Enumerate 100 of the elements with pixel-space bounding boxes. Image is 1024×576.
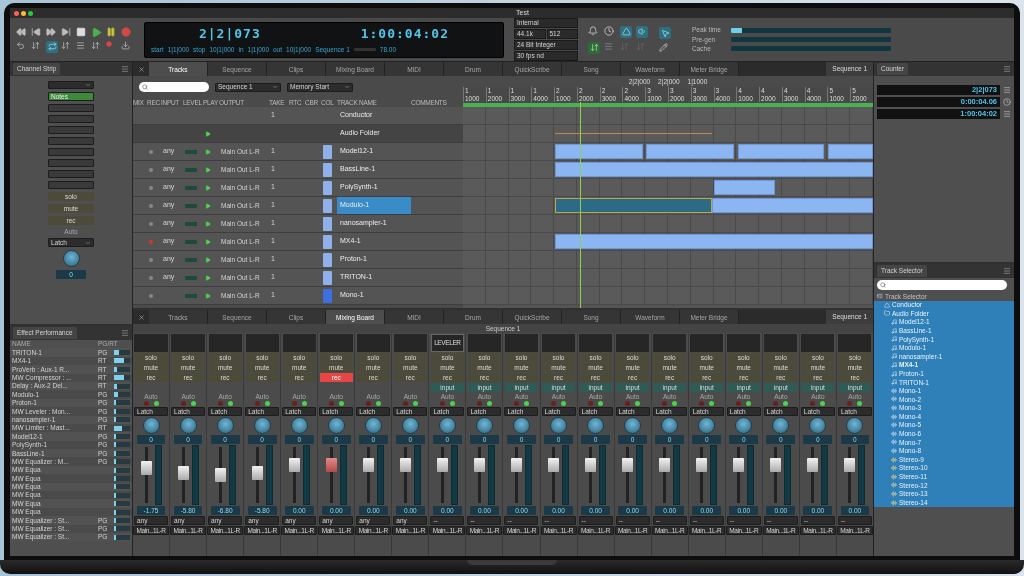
fader[interactable] xyxy=(214,445,226,506)
play-icon[interactable] xyxy=(205,292,211,299)
fader[interactable] xyxy=(325,445,337,506)
fader-handle[interactable] xyxy=(659,458,671,473)
record-enable-icon[interactable] xyxy=(149,167,153,172)
menu-icon[interactable] xyxy=(121,329,129,337)
record-enable-icon[interactable] xyxy=(149,221,153,226)
speaker-button[interactable] xyxy=(636,25,648,38)
record-enable-icon[interactable] xyxy=(149,185,153,190)
led-icon[interactable] xyxy=(338,401,344,407)
lines-icon[interactable] xyxy=(76,40,85,50)
fader[interactable] xyxy=(399,445,411,506)
fader-handle[interactable] xyxy=(807,458,819,473)
fader[interactable] xyxy=(251,445,263,506)
zoom-window-icon[interactable] xyxy=(28,10,33,16)
fader-handle[interactable] xyxy=(177,466,189,481)
play-icon[interactable] xyxy=(205,184,211,191)
fader-handle[interactable] xyxy=(325,458,337,473)
fader-handle[interactable] xyxy=(288,458,300,473)
led-icon[interactable] xyxy=(486,401,492,407)
stop-icon[interactable] xyxy=(76,26,86,37)
led-icon[interactable] xyxy=(746,401,752,407)
record-icon[interactable] xyxy=(121,26,131,37)
play-icon[interactable] xyxy=(91,26,102,38)
pan-knob[interactable] xyxy=(62,250,80,268)
led-icon[interactable] xyxy=(524,401,529,407)
led-icon[interactable] xyxy=(190,401,196,407)
fader[interactable] xyxy=(436,445,448,506)
pan-knob[interactable] xyxy=(364,417,382,435)
track-color-swatch[interactable] xyxy=(323,144,332,159)
fader[interactable] xyxy=(511,445,522,506)
led-icon[interactable] xyxy=(561,401,567,407)
undo-icon[interactable] xyxy=(16,40,25,50)
pan-knob[interactable] xyxy=(809,417,827,435)
midi-clip[interactable] xyxy=(554,162,873,177)
led-icon[interactable] xyxy=(227,401,233,407)
pan-knob[interactable] xyxy=(216,417,234,435)
record-enable-icon[interactable] xyxy=(149,149,153,154)
slider-track[interactable] xyxy=(353,48,376,52)
led-icon[interactable] xyxy=(598,401,604,407)
lines-icon[interactable] xyxy=(604,41,613,51)
led-icon[interactable] xyxy=(635,401,641,407)
play-icon[interactable] xyxy=(205,130,211,137)
record-enable-icon[interactable] xyxy=(149,203,153,208)
fader[interactable] xyxy=(585,445,597,506)
fader[interactable] xyxy=(362,445,374,506)
pan-knob[interactable] xyxy=(438,417,456,435)
pan-knob[interactable] xyxy=(846,417,864,435)
bell-icon[interactable] xyxy=(588,25,598,36)
track-color-swatch[interactable] xyxy=(323,162,332,177)
fader[interactable] xyxy=(770,445,782,506)
midi-clip[interactable] xyxy=(554,198,712,213)
pan-knob[interactable] xyxy=(401,417,419,435)
led-icon[interactable] xyxy=(375,401,381,407)
fader[interactable] xyxy=(807,445,819,506)
led-icon[interactable] xyxy=(264,401,270,407)
track-color-swatch[interactable] xyxy=(323,180,332,195)
fader-handle[interactable] xyxy=(251,466,263,481)
midi-clip[interactable] xyxy=(554,234,873,249)
pencil-icon[interactable] xyxy=(659,43,668,52)
menu-icon[interactable] xyxy=(1003,267,1011,275)
track-color-swatch[interactable] xyxy=(323,234,332,249)
play-icon[interactable] xyxy=(205,220,211,227)
fader[interactable] xyxy=(696,445,708,506)
minimize-window-icon[interactable] xyxy=(21,10,26,16)
midi-clip[interactable] xyxy=(828,144,873,159)
led-icon[interactable] xyxy=(153,401,159,407)
midi-clip[interactable] xyxy=(711,198,873,213)
fader[interactable] xyxy=(733,445,745,506)
record-enable-icon[interactable] xyxy=(149,257,153,262)
loop-button[interactable] xyxy=(46,40,58,53)
pan-knob[interactable] xyxy=(253,417,271,435)
play-icon[interactable] xyxy=(205,166,211,173)
fader-handle[interactable] xyxy=(770,458,782,473)
led-icon[interactable] xyxy=(783,401,789,407)
pan-knob[interactable] xyxy=(772,417,790,435)
pan-knob[interactable] xyxy=(661,417,679,435)
fader-handle[interactable] xyxy=(622,458,634,473)
pan-knob[interactable] xyxy=(179,417,197,435)
fader-handle[interactable] xyxy=(585,458,597,473)
record-enable-icon[interactable] xyxy=(149,275,153,280)
track-color-swatch[interactable] xyxy=(323,198,332,213)
triangle-button[interactable] xyxy=(620,25,632,38)
pan-knob[interactable] xyxy=(142,417,160,435)
led-icon[interactable] xyxy=(449,401,455,407)
track-color-swatch[interactable] xyxy=(323,252,332,267)
play-icon[interactable] xyxy=(205,202,211,209)
search-field[interactable] xyxy=(877,280,1007,290)
fader-handle[interactable] xyxy=(140,461,152,476)
fader-handle[interactable] xyxy=(511,458,522,473)
play-icon[interactable] xyxy=(205,256,211,263)
search-field[interactable] xyxy=(139,82,209,92)
fader[interactable] xyxy=(177,445,189,506)
fader-handle[interactable] xyxy=(214,467,226,482)
track-color-swatch[interactable] xyxy=(323,288,332,303)
led-icon[interactable] xyxy=(412,401,418,407)
close-window-icon[interactable] xyxy=(14,10,19,16)
record-dot-icon[interactable] xyxy=(106,40,112,47)
fader-handle[interactable] xyxy=(548,458,560,473)
fader-handle[interactable] xyxy=(733,458,745,473)
